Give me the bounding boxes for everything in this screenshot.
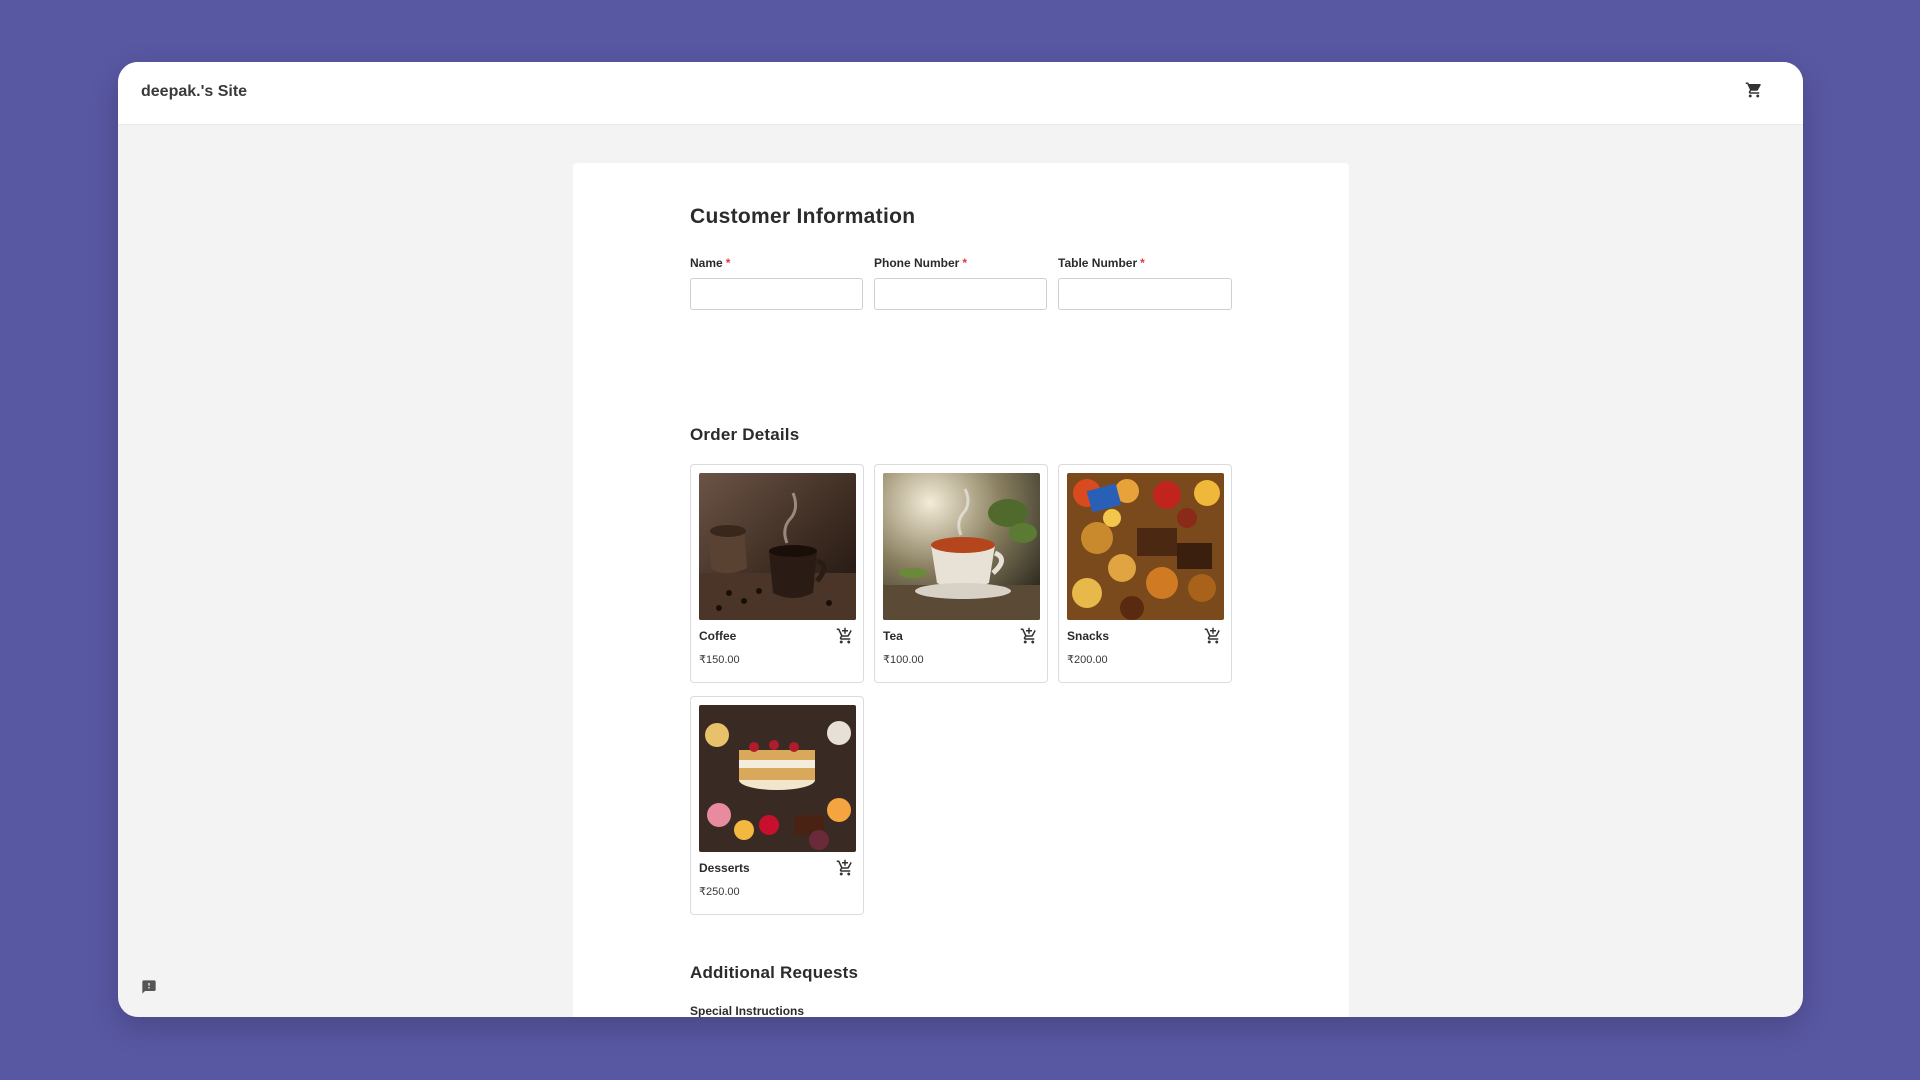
product-card-coffee[interactable]: Coffee ₹150.00 <box>690 464 864 683</box>
product-name: Tea <box>883 629 903 643</box>
phone-number-label-text: Phone Number <box>874 256 960 270</box>
product-price: ₹150.00 <box>699 654 740 666</box>
product-price: ₹200.00 <box>1067 654 1108 666</box>
required-mark: * <box>1140 256 1145 270</box>
table-number-label-text: Table Number <box>1058 256 1138 270</box>
coffee-image <box>699 473 856 620</box>
customer-information-heading: Customer Information <box>690 205 916 228</box>
product-card-snacks[interactable]: Snacks ₹200.00 <box>1058 464 1232 683</box>
phone-number-label: Phone Number * <box>874 256 967 270</box>
order-form-card: Customer Information Name * Phone Number *… <box>573 163 1349 1017</box>
special-instructions-label: Special Instructions <box>690 1004 805 1017</box>
additional-requests-heading: Additional Requests <box>690 963 859 982</box>
feedback-icon[interactable] <box>141 979 157 995</box>
desserts-image <box>699 705 856 852</box>
product-name: Snacks <box>1067 629 1110 643</box>
phone-number-input[interactable] <box>874 278 1047 310</box>
shopping-cart-icon[interactable] <box>1743 79 1765 101</box>
required-mark: * <box>962 256 968 270</box>
required-mark: * <box>725 256 731 270</box>
name-input[interactable] <box>690 278 863 310</box>
product-name: Coffee <box>699 629 737 643</box>
name-label-text: Name <box>690 256 723 270</box>
add-to-cart-icon[interactable] <box>835 858 855 878</box>
app-window: deepak.'s Site Customer Information Name… <box>118 62 1803 1017</box>
product-card-tea[interactable]: Tea ₹100.00 <box>874 464 1048 683</box>
add-to-cart-icon[interactable] <box>835 626 855 646</box>
top-bar: deepak.'s Site <box>118 62 1803 125</box>
add-to-cart-icon[interactable] <box>1203 626 1223 646</box>
product-name: Desserts <box>699 861 750 875</box>
snacks-image <box>1067 473 1224 620</box>
add-to-cart-icon[interactable] <box>1019 626 1039 646</box>
product-card-desserts[interactable]: Desserts ₹250.00 <box>690 696 864 915</box>
product-price: ₹100.00 <box>883 654 924 666</box>
order-details-heading: Order Details <box>690 425 800 444</box>
name-label: Name * <box>690 256 730 270</box>
table-number-label: Table Number * <box>1058 256 1145 270</box>
product-price: ₹250.00 <box>699 886 740 898</box>
tea-image <box>883 473 1040 620</box>
table-number-input[interactable] <box>1058 278 1232 310</box>
site-title[interactable]: deepak.'s Site <box>141 83 247 101</box>
